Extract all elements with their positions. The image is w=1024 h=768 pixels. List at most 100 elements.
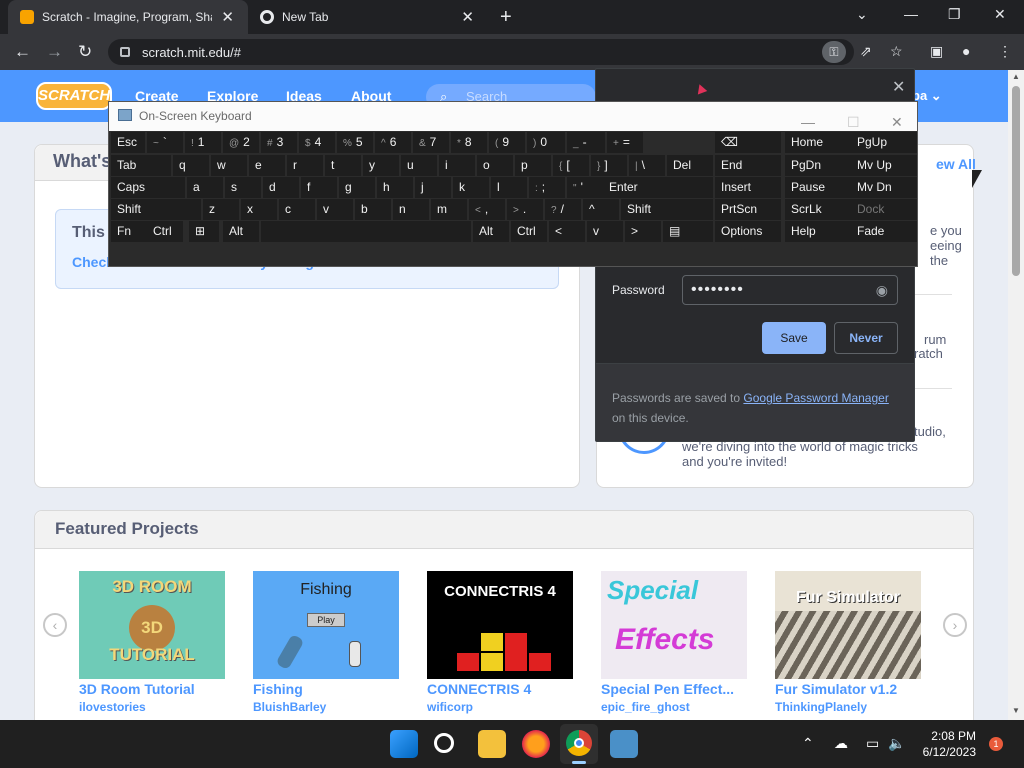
osk-key[interactable]: v: [317, 199, 353, 220]
osk-key[interactable]: Help: [785, 221, 851, 242]
osk-key[interactable]: (9: [489, 132, 525, 153]
clock[interactable]: 2:08 PM 6/12/2023: [920, 728, 976, 760]
project-thumbnail[interactable]: Special Effects: [601, 571, 747, 679]
osk-taskbar-icon[interactable]: [610, 730, 638, 758]
cloud-icon[interactable]: ☁: [834, 735, 848, 752]
project-card[interactable]: Fishing Play Fishing BluishBarley: [253, 571, 399, 714]
osk-key[interactable]: ▤: [663, 221, 713, 242]
osk-key[interactable]: v: [587, 221, 623, 242]
osk-key[interactable]: }]: [591, 155, 627, 176]
osk-key[interactable]: r: [287, 155, 323, 176]
side-panel-icon[interactable]: ▣: [930, 43, 943, 60]
osk-key[interactable]: Pause: [785, 177, 851, 198]
project-title[interactable]: Fishing: [253, 681, 399, 697]
back-icon[interactable]: ←: [14, 42, 31, 62]
osk-key[interactable]: PrtScn: [715, 199, 781, 220]
scrollbar-thumb[interactable]: [1012, 86, 1020, 276]
reload-icon[interactable]: ↻: [78, 42, 92, 62]
osk-key[interactable]: Alt: [473, 221, 509, 242]
osk-key[interactable]: p: [515, 155, 551, 176]
tab-new-tab[interactable]: New Tab ✕: [252, 0, 488, 34]
osk-key[interactable]: ~ `: [147, 132, 183, 153]
close-window-icon[interactable]: ✕: [994, 6, 1006, 23]
osk-title-bar[interactable]: On-Screen Keyboard — ☐ ✕: [109, 102, 917, 131]
osk-key[interactable]: " ': [567, 177, 603, 198]
osk-key[interactable]: Shift: [621, 199, 713, 220]
osk-key[interactable]: + =: [607, 132, 643, 153]
notification-badge[interactable]: 1: [989, 737, 1003, 751]
project-card[interactable]: Special Effects Special Pen Effect... ep…: [601, 571, 747, 714]
project-card[interactable]: 3D ROOM 3D TUTORIAL 3D Room Tutorial ilo…: [79, 571, 225, 714]
carousel-prev-icon[interactable]: ‹: [43, 613, 67, 637]
project-author[interactable]: ThinkingPlanely: [775, 700, 921, 714]
close-tab-icon[interactable]: ✕: [221, 8, 234, 26]
osk-key[interactable]: * 8: [451, 132, 487, 153]
carousel-next-icon[interactable]: ›: [943, 613, 967, 637]
project-title[interactable]: Special Pen Effect...: [601, 681, 747, 697]
share-icon[interactable]: ⇗: [860, 43, 872, 60]
minimize-icon[interactable]: —: [904, 6, 918, 22]
never-button[interactable]: Never: [834, 322, 898, 354]
osk-key[interactable]: z: [203, 199, 239, 220]
osk-key[interactable]: Tab: [111, 155, 171, 176]
osk-key[interactable]: {[: [553, 155, 589, 176]
new-tab-icon[interactable]: +: [500, 6, 512, 29]
project-card[interactable]: Fur Simulator Fur Simulator v1.2 Thinkin…: [775, 571, 921, 714]
osk-key[interactable]: ⊞: [189, 221, 219, 242]
osk-key[interactable]: ScrLk: [785, 199, 851, 220]
osk-key[interactable]: Options: [715, 221, 781, 242]
project-title[interactable]: CONNECTRIS 4: [427, 681, 573, 697]
project-author[interactable]: BluishBarley: [253, 700, 399, 714]
osk-key[interactable]: <: [549, 221, 585, 242]
password-field[interactable]: •••••••• ◉: [682, 275, 898, 305]
menu-icon[interactable]: ⋮: [998, 43, 1012, 60]
osk-key[interactable]: Del: [667, 155, 713, 176]
osk-key[interactable]: b: [355, 199, 391, 220]
osk-key[interactable]: _ -: [567, 132, 605, 153]
bookmark-star-icon[interactable]: ☆: [890, 43, 903, 60]
osk-key[interactable]: Shift: [111, 199, 201, 220]
project-title[interactable]: 3D Room Tutorial: [79, 681, 225, 697]
osk-key[interactable]: End: [715, 155, 781, 176]
tab-search-icon[interactable]: ⌄: [856, 6, 868, 23]
osk-key[interactable]: Alt: [223, 221, 259, 242]
forward-icon[interactable]: →: [46, 42, 63, 62]
windows-start-icon[interactable]: [390, 730, 418, 758]
project-thumbnail[interactable]: Fishing Play: [253, 571, 399, 679]
show-hidden-icons-icon[interactable]: ⌃: [802, 735, 814, 752]
osk-key[interactable]: ^: [583, 199, 619, 220]
osk-key[interactable]: a: [187, 177, 223, 198]
project-author[interactable]: epic_fire_ghost: [601, 700, 747, 714]
osk-key[interactable]: #3: [261, 132, 297, 153]
scratch-logo[interactable]: SCRATCH: [36, 82, 112, 110]
osk-key[interactable]: ⌫: [715, 132, 781, 153]
osk-key[interactable]: ? /: [545, 199, 581, 220]
password-key-icon[interactable]: ⚿: [822, 41, 846, 63]
osk-key[interactable]: >: [625, 221, 661, 242]
osk-key[interactable]: Home: [785, 132, 851, 153]
address-bar[interactable]: scratch.mit.edu/# ⚿: [108, 39, 854, 65]
osk-key[interactable]: Insert: [715, 177, 781, 198]
osk-key[interactable]: q: [173, 155, 209, 176]
osk-key[interactable]: s: [225, 177, 261, 198]
view-all-link[interactable]: ew All: [936, 156, 976, 172]
project-author[interactable]: wificorp: [427, 700, 573, 714]
osk-key[interactable]: PgDn: [785, 155, 851, 176]
project-title[interactable]: Fur Simulator v1.2: [775, 681, 921, 697]
osk-key[interactable]: | \: [629, 155, 665, 176]
firefox-icon[interactable]: [522, 730, 550, 758]
page-scrollbar[interactable]: ▲ ▼: [1008, 70, 1024, 720]
file-explorer-icon[interactable]: [478, 730, 506, 758]
profile-icon[interactable]: ●: [962, 43, 970, 59]
chrome-taskbar-item[interactable]: [560, 724, 598, 764]
osk-key[interactable]: l: [491, 177, 527, 198]
network-icon[interactable]: ▭: [866, 735, 879, 752]
osk-key[interactable]: w: [211, 155, 247, 176]
osk-key[interactable]: e: [249, 155, 285, 176]
osk-key[interactable]: Esc: [111, 132, 145, 153]
osk-key[interactable]: t: [325, 155, 361, 176]
osk-key[interactable]: Enter: [603, 177, 713, 198]
osk-key[interactable]: :;: [529, 177, 565, 198]
osk-key[interactable]: h: [377, 177, 413, 198]
osk-key[interactable]: >.: [507, 199, 543, 220]
